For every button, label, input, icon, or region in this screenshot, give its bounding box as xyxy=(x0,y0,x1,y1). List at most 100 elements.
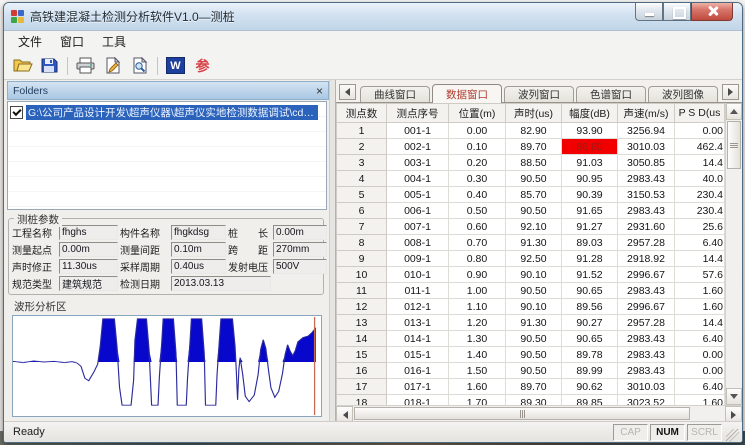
cell-sound-time[interactable]: 90.50 xyxy=(506,283,562,299)
cell-position[interactable]: 0.30 xyxy=(449,171,506,187)
cell-point-id[interactable]: 011-1 xyxy=(387,283,449,299)
cell-velocity[interactable]: 2957.28 xyxy=(618,235,675,251)
cell-point-id[interactable]: 002-1 xyxy=(387,139,449,155)
table-row[interactable]: 10010-10.9090.1091.522996.6757.6 xyxy=(337,267,725,283)
cell-sound-time[interactable]: 88.50 xyxy=(506,155,562,171)
cell-amplitude[interactable]: 90.27 xyxy=(562,315,618,331)
cell-amplitude[interactable]: 91.52 xyxy=(562,267,618,283)
scroll-down-button[interactable] xyxy=(726,388,742,405)
param-value-test-date[interactable]: 2013.03.13 xyxy=(171,276,271,291)
cell-point-id[interactable]: 012-1 xyxy=(387,299,449,315)
column-header-position[interactable]: 位置(m) xyxy=(449,104,506,123)
cell-psd[interactable]: 1.60 xyxy=(675,299,725,315)
cell-position[interactable]: 1.20 xyxy=(449,315,506,331)
cell-point-id[interactable]: 001-1 xyxy=(387,123,449,139)
cell-point-id[interactable]: 003-1 xyxy=(387,155,449,171)
cell-velocity[interactable]: 2931.60 xyxy=(618,219,675,235)
resize-grip[interactable] xyxy=(726,429,739,442)
cell-amplitude[interactable]: 89.99 xyxy=(562,363,618,379)
cell-amplitude[interactable]: 86.80 xyxy=(562,139,618,155)
scroll-up-button[interactable] xyxy=(726,103,742,120)
cell-psd[interactable]: 14.4 xyxy=(675,251,725,267)
cell-psd[interactable]: 14.4 xyxy=(675,315,725,331)
cell-amplitude[interactable]: 90.39 xyxy=(562,187,618,203)
cell-velocity[interactable]: 2996.67 xyxy=(618,267,675,283)
cell-point-count[interactable]: 17 xyxy=(337,379,387,395)
folder-tree-item[interactable]: G:\公司产品设计开发\超声仪器\超声仪实地检测数据调试\cd\cd03\cd0… xyxy=(10,105,324,120)
cell-velocity[interactable]: 2983.43 xyxy=(618,203,675,219)
cell-position[interactable]: 0.40 xyxy=(449,187,506,203)
cell-velocity[interactable]: 2918.92 xyxy=(618,251,675,267)
tab-wave-train-window[interactable]: 波列窗口 xyxy=(504,86,574,102)
cell-point-count[interactable]: 14 xyxy=(337,331,387,347)
cell-psd[interactable]: 462.4 xyxy=(675,139,725,155)
cell-velocity[interactable]: 3010.03 xyxy=(618,379,675,395)
cell-position[interactable]: 1.40 xyxy=(449,347,506,363)
horizontal-scroll-thumb[interactable] xyxy=(354,407,690,420)
cell-velocity[interactable]: 3256.94 xyxy=(618,123,675,139)
column-header-psd[interactable]: P S D(us xyxy=(675,104,725,123)
cell-sound-time[interactable]: 92.50 xyxy=(506,251,562,267)
cell-point-count[interactable]: 4 xyxy=(337,171,387,187)
word-button[interactable]: W xyxy=(162,54,189,77)
cell-velocity[interactable]: 3050.85 xyxy=(618,155,675,171)
close-button[interactable] xyxy=(691,3,733,21)
cell-sound-time[interactable]: 90.10 xyxy=(506,267,562,283)
cell-amplitude[interactable]: 89.78 xyxy=(562,347,618,363)
cell-psd[interactable]: 6.40 xyxy=(675,379,725,395)
param-value-time-correction[interactable]: 11.30us xyxy=(59,259,118,274)
table-row[interactable]: 13013-11.2091.3090.272957.2814.4 xyxy=(337,315,725,331)
cell-point-count[interactable]: 9 xyxy=(337,251,387,267)
column-header-velocity[interactable]: 声速(m/s) xyxy=(618,104,675,123)
table-row[interactable]: 16016-11.5090.5089.992983.430.00 xyxy=(337,363,725,379)
menu-item-file[interactable]: 文件 xyxy=(9,31,51,52)
folders-close-icon[interactable]: × xyxy=(316,86,323,96)
tab-scroll-left-button[interactable] xyxy=(339,84,356,100)
table-row[interactable]: 17017-11.6089.7090.623010.036.40 xyxy=(337,379,725,395)
cell-psd[interactable]: 25.6 xyxy=(675,219,725,235)
cell-velocity[interactable]: 2983.43 xyxy=(618,363,675,379)
tab-data-window[interactable]: 数据窗口 xyxy=(432,84,502,103)
data-table[interactable]: 测点数测点序号位置(m)声时(us)幅度(dB)声速(m/s)P S D(us … xyxy=(336,103,725,427)
cell-sound-time[interactable]: 91.30 xyxy=(506,235,562,251)
table-row[interactable]: 3003-10.2088.5091.033050.8514.4 xyxy=(337,155,725,171)
cell-point-count[interactable]: 16 xyxy=(337,363,387,379)
cell-sound-time[interactable]: 89.70 xyxy=(506,379,562,395)
cell-point-id[interactable]: 016-1 xyxy=(387,363,449,379)
cell-velocity[interactable]: 2957.28 xyxy=(618,315,675,331)
menu-item-tools[interactable]: 工具 xyxy=(93,31,135,52)
cell-position[interactable]: 0.20 xyxy=(449,155,506,171)
table-row[interactable]: 4004-10.3090.5090.952983.4340.0 xyxy=(337,171,725,187)
cell-sound-time[interactable]: 89.70 xyxy=(506,139,562,155)
table-row[interactable]: 12012-11.1090.1089.562996.671.60 xyxy=(337,299,725,315)
cell-velocity[interactable]: 2996.67 xyxy=(618,299,675,315)
cell-sound-time[interactable]: 90.50 xyxy=(506,171,562,187)
preview-button[interactable] xyxy=(126,54,153,77)
table-row[interactable]: 15015-11.4090.5089.782983.430.00 xyxy=(337,347,725,363)
cell-position[interactable]: 1.10 xyxy=(449,299,506,315)
cell-point-count[interactable]: 15 xyxy=(337,347,387,363)
folders-list[interactable]: G:\公司产品设计开发\超声仪器\超声仪实地检测数据调试\cd\cd03\cd0… xyxy=(7,101,327,210)
cell-psd[interactable]: 0.00 xyxy=(675,347,725,363)
cell-position[interactable]: 1.30 xyxy=(449,331,506,347)
cell-sound-time[interactable]: 90.50 xyxy=(506,347,562,363)
cell-amplitude[interactable]: 89.03 xyxy=(562,235,618,251)
column-header-sound-time[interactable]: 声时(us) xyxy=(506,104,562,123)
save-button[interactable] xyxy=(36,54,63,77)
cell-position[interactable]: 1.60 xyxy=(449,379,506,395)
cell-amplitude[interactable]: 90.62 xyxy=(562,379,618,395)
params-button[interactable]: 参 xyxy=(189,54,216,77)
column-header-point-id[interactable]: 测点序号 xyxy=(387,104,449,123)
cell-point-count[interactable]: 12 xyxy=(337,299,387,315)
param-value-standard-type[interactable]: 建筑规范 xyxy=(59,276,118,291)
cell-sound-time[interactable]: 92.10 xyxy=(506,219,562,235)
cell-sound-time[interactable]: 90.50 xyxy=(506,363,562,379)
cell-position[interactable]: 0.90 xyxy=(449,267,506,283)
cell-velocity[interactable]: 2983.43 xyxy=(618,331,675,347)
cell-psd[interactable]: 230.4 xyxy=(675,187,725,203)
vertical-scroll-thumb[interactable] xyxy=(727,121,741,169)
cell-sound-time[interactable]: 91.30 xyxy=(506,315,562,331)
cell-position[interactable]: 0.80 xyxy=(449,251,506,267)
cell-psd[interactable]: 40.0 xyxy=(675,171,725,187)
cell-point-count[interactable]: 11 xyxy=(337,283,387,299)
